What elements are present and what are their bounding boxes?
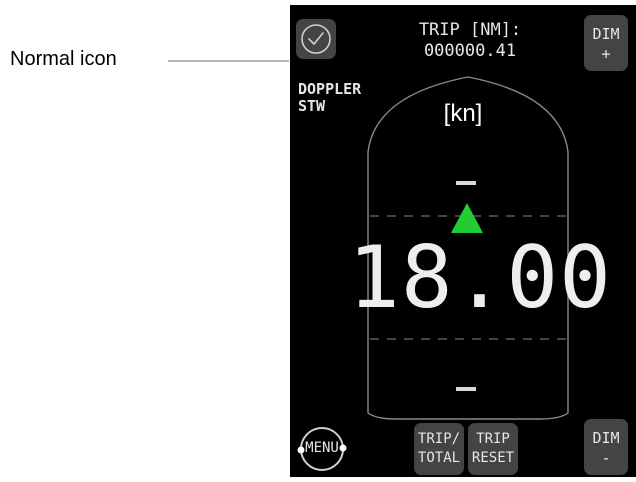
canvas: Normal icon TRIP [NM]: 000000.41 DIM + D… (0, 0, 636, 482)
dim-minus-sign: - (601, 449, 611, 467)
dim-minus-label: DIM (592, 429, 620, 447)
speed-value: 18.00 (348, 228, 612, 328)
trip-reset-line2: RESET (471, 450, 515, 466)
menu-label: MENU (305, 440, 339, 456)
speed-unit: [kn] (443, 100, 483, 127)
annotation-label: Normal icon (10, 48, 117, 70)
dim-minus-button[interactable]: DIM - (584, 419, 628, 475)
trip-reset-line1: TRIP (476, 431, 510, 447)
trip-total-button[interactable]: TRIP/ TOTAL (414, 423, 464, 475)
trip-reset-button[interactable]: TRIP RESET (468, 423, 518, 475)
trip-total-line1: TRIP/ (417, 431, 461, 447)
annotation-leader-line (168, 60, 289, 62)
menu-button[interactable]: MENU (296, 423, 348, 475)
speed-log-screen: TRIP [NM]: 000000.41 DIM + DOPPLER STW [… (290, 5, 636, 477)
trip-total-line2: TOTAL (417, 450, 461, 466)
